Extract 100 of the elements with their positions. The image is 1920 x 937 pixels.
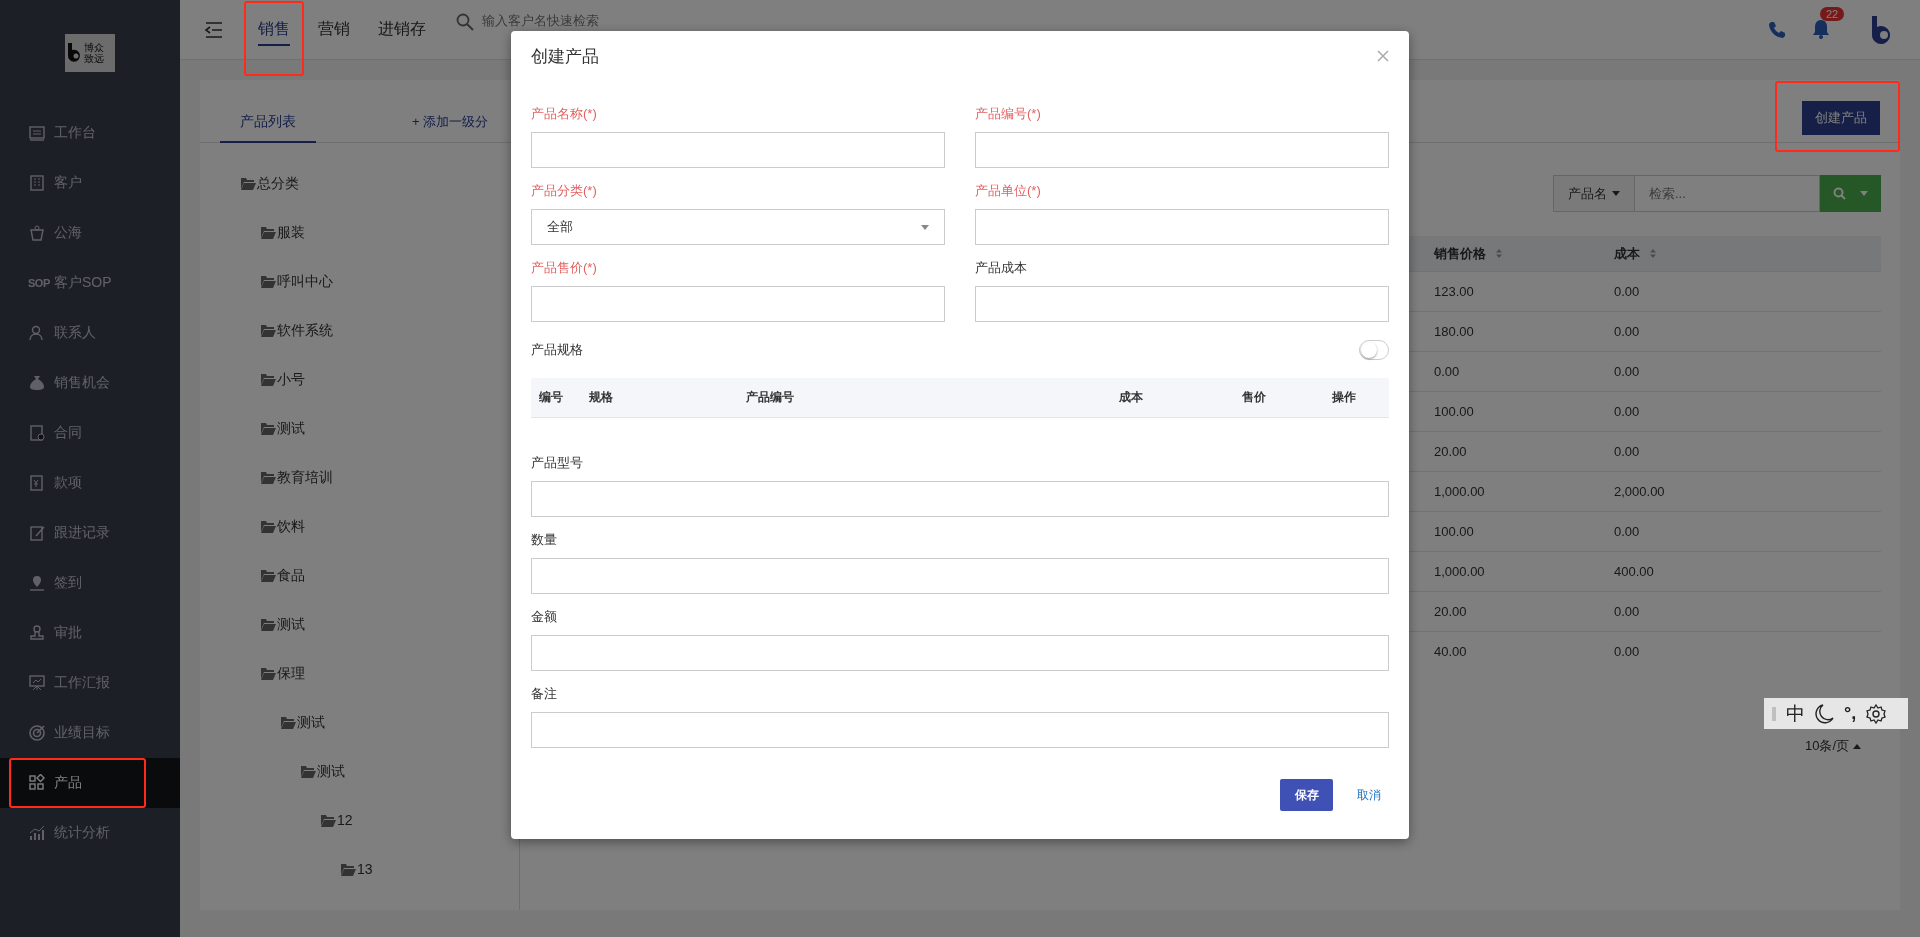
dialog-title: 创建产品 [531,45,599,68]
nav-tab[interactable]: 销售 [244,0,304,60]
sidebar-item[interactable]: SOP 客户SOP [0,258,180,308]
tree-item[interactable]: 测试 [297,714,325,732]
folder-icon [321,814,336,827]
tree-item[interactable]: 服装 [277,224,305,242]
input-field[interactable] [975,286,1389,322]
menu-item-icon [28,174,46,192]
folder-icon [261,226,276,239]
input-field[interactable] [531,481,1389,517]
input-field[interactable] [531,286,945,322]
field-label: 备注 [531,685,558,703]
column-header[interactable]: 销售价格 [1434,244,1486,263]
save-button[interactable]: 保存 [1280,779,1333,811]
column-header: 操作 [1331,389,1357,406]
tree-item[interactable]: 饮料 [277,518,305,536]
sidebar-item[interactable]: 审批 [0,608,180,658]
input-field[interactable] [975,132,1389,168]
caret-icon[interactable] [1860,191,1868,196]
search-icon[interactable] [1833,187,1846,200]
column-header: 编号 [538,389,564,406]
tree-item[interactable]: 食品 [277,567,305,585]
field-label: 产品名称(*) [531,105,598,123]
input-field[interactable] [531,558,1389,594]
sidebar-item[interactable]: 工作汇报 [0,658,180,708]
field-label: 产品分类(*) [531,182,598,200]
bell-icon[interactable] [1812,18,1830,39]
input-field[interactable] [531,132,945,168]
nav-tab[interactable]: 进销存 [364,0,440,60]
tree-item[interactable]: 总分类 [257,175,299,193]
input-mode-toggle[interactable]: 中 [1786,700,1805,727]
category-select[interactable]: 全部 [531,209,945,245]
punctuation-toggle[interactable]: °, [1844,703,1857,724]
field-label: 产品成本 [975,259,1028,277]
sidebar-item[interactable]: 销售机会 [0,358,180,408]
folder-icon [261,275,276,288]
field-label: 产品型号 [531,454,584,472]
create-product-button[interactable]: 创建产品 [1802,101,1880,135]
sort-icon[interactable] [1650,249,1656,258]
table-cell: 0.00 [1614,324,1640,339]
sidebar-item[interactable]: 工作台 [0,108,180,158]
tree-item[interactable]: 教育培训 [277,469,333,487]
sidebar-item[interactable]: 联系人 [0,308,180,358]
sidebar-item[interactable]: 合同 [0,408,180,458]
folder-icon [261,569,276,582]
search-field[interactable]: 检索... [1635,175,1820,212]
sidebar-item[interactable]: 产品 [0,758,180,808]
page-size-selector[interactable]: 10条/页 [1804,737,1849,755]
sidebar-item[interactable]: 客户 [0,158,180,208]
nav-tab[interactable]: 营销 [304,0,364,60]
sidebar-item[interactable]: 业绩目标 [0,708,180,758]
search-field[interactable]: 输入客户名快速检索 [482,12,682,29]
caret-icon[interactable] [1853,743,1861,749]
grip-icon[interactable] [1772,706,1776,721]
tree-item[interactable]: 保理 [277,665,305,683]
settings-icon[interactable] [1866,703,1887,724]
moon-icon[interactable] [1815,703,1834,724]
tree-item[interactable]: 呼叫中心 [277,273,333,291]
field-label: 产品编号(*) [975,105,1042,123]
close-icon[interactable] [1377,50,1389,62]
field-label: 数量 [531,531,558,549]
add-category-link[interactable]: + 添加一级分 [412,113,489,142]
sidebar-item[interactable]: 签到 [0,558,180,608]
caret-icon[interactable] [921,224,929,230]
input-field[interactable] [531,635,1389,671]
table-cell: 1,000.00 [1434,564,1485,579]
sort-icon[interactable] [1496,249,1502,258]
tree-item[interactable]: 软件系统 [277,322,333,340]
tree-item[interactable]: 13 [357,861,373,877]
input-field[interactable] [975,209,1389,245]
tree-item[interactable]: 小号 [277,371,305,389]
folder-icon [341,863,356,876]
caret-icon[interactable] [1612,191,1620,196]
sidebar-item[interactable]: 统计分析 [0,808,180,858]
sidebar-item[interactable]: 公海 [0,208,180,258]
phone-icon[interactable] [1768,20,1786,39]
menu-item-icon [28,774,46,792]
cancel-button[interactable]: 取消 [1357,786,1381,804]
table-cell: 123.00 [1434,284,1474,299]
tree-item[interactable]: 测试 [277,420,305,438]
table-cell: 100.00 [1434,524,1474,539]
tree-item[interactable]: 测试 [277,616,305,634]
logo: 博众 致远 [65,34,115,72]
sidebar-item[interactable]: 款项 [0,458,180,508]
menu-item-icon [28,424,46,442]
spec-toggle[interactable] [1359,340,1389,360]
field-selector[interactable]: 产品名 [1553,175,1635,212]
tree-item[interactable]: 12 [337,812,353,828]
search-icon[interactable] [456,12,474,31]
menu-item-icon [28,124,46,142]
column-header[interactable]: 成本 [1614,244,1640,263]
folder-icon [261,471,276,484]
folder-icon [261,324,276,337]
table-cell: 100.00 [1434,404,1474,419]
tree-item[interactable]: 测试 [317,763,345,781]
input-field[interactable] [531,712,1389,748]
sidebar-item[interactable]: 跟进记录 [0,508,180,558]
search-button[interactable] [1820,175,1881,212]
panel-tab[interactable]: 产品列表 [220,113,316,143]
menu-icon[interactable] [204,20,224,39]
